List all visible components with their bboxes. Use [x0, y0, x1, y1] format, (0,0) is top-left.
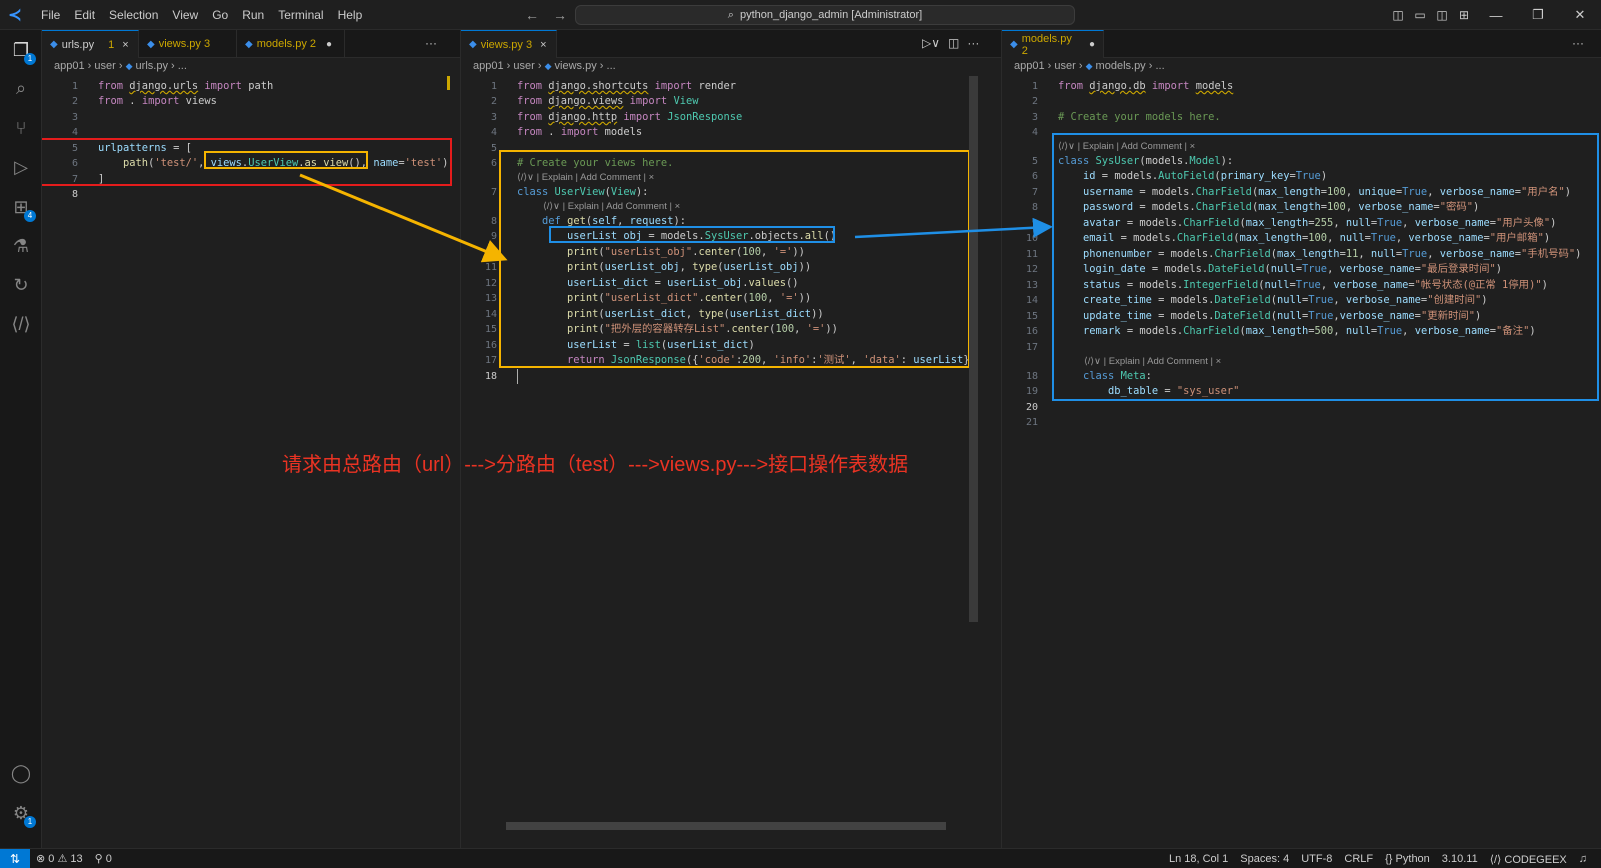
braces-icon: {}	[1385, 853, 1393, 865]
menu-terminal[interactable]: Terminal	[271, 0, 330, 30]
remote-explorer-icon[interactable]: ↻	[0, 269, 42, 301]
tab-models[interactable]: ◆ models.py 2 ●	[1002, 30, 1104, 58]
language-mode[interactable]: {} Python	[1379, 853, 1436, 865]
close-window-icon[interactable]: ✕	[1559, 7, 1601, 23]
tab-views[interactable]: ◆ views.py 3 ×	[461, 30, 557, 58]
toggle-panel-icon[interactable]: ▭	[1409, 8, 1431, 22]
editor-pane-urls: ◆ urls.py 1 × ◆ views.py 3 ◆ models.py 2…	[42, 30, 460, 848]
command-center-label: python_django_admin [Administrator]	[739, 9, 923, 21]
scroll-marker	[447, 76, 450, 90]
close-tab-icon[interactable]: ×	[540, 39, 546, 51]
tab-views[interactable]: ◆ views.py 3	[139, 30, 237, 58]
run-debug-icon[interactable]: ▷	[0, 151, 42, 183]
flow-annotation: 请求由总路由（url）--->分路由（test）--->views.py--->…	[282, 454, 909, 476]
more-actions-icon[interactable]: ···	[425, 36, 437, 50]
settings-gear-icon[interactable]: ⚙ 1	[0, 797, 42, 829]
code-line: from . import models	[517, 126, 643, 138]
line-ending[interactable]: CRLF	[1338, 853, 1379, 865]
forward-arrow-icon[interactable]: →	[553, 7, 567, 23]
menu-file[interactable]: File	[34, 0, 67, 30]
tab-models[interactable]: ◆ models.py 2 ●	[237, 30, 345, 58]
search-icon: ⌕	[727, 8, 734, 21]
remote-indicator-icon[interactable]: ⇅	[0, 848, 30, 868]
status-bar: ⇅ ⊗ 0 ⚠ 13 ⚲ 0 Ln 18, Col 1 Spaces: 4 UT…	[0, 848, 1601, 868]
command-center-search[interactable]: ⌕ python_django_admin [Administrator]	[575, 5, 1075, 25]
restore-icon[interactable]: ❐	[1517, 7, 1559, 23]
toggle-secondary-sidebar-icon[interactable]: ◫	[1431, 8, 1453, 22]
code-line: from django.http import JsonResponse	[517, 111, 743, 123]
source-control-icon[interactable]: ⑂	[0, 112, 42, 144]
accounts-icon[interactable]: ◯	[0, 757, 42, 789]
menu-bar: File Edit Selection View Go Run Terminal…	[34, 0, 369, 30]
codegeex-status[interactable]: ⟨/⟩ CODEGEEX	[1484, 853, 1573, 866]
codegeex-icon: ⟨/⟩	[1489, 853, 1502, 866]
notifications-bell-icon[interactable]: ♫	[1573, 853, 1593, 865]
explorer-icon[interactable]: ❐ 1	[0, 34, 42, 66]
indentation[interactable]: Spaces: 4	[1234, 853, 1295, 865]
minimize-icon[interactable]: —	[1475, 8, 1517, 23]
breadcrumb: app01 › user › ◆ urls.py › ...	[54, 60, 187, 72]
problems-indicator[interactable]: ⊗ 0 ⚠ 13	[30, 852, 89, 865]
model-class-highlight	[1052, 133, 1599, 401]
tab-urls[interactable]: ◆ urls.py 1 ×	[42, 30, 139, 58]
python-file-icon: ◆	[147, 38, 155, 50]
python-file-icon: ◆	[125, 61, 133, 71]
testing-icon[interactable]: ⚗	[0, 230, 42, 262]
breadcrumb: app01 › user › ◆ views.py › ...	[473, 60, 616, 72]
ports-indicator[interactable]: ⚲ 0	[89, 852, 118, 865]
back-arrow-icon[interactable]: ←	[525, 7, 539, 23]
unsaved-dot-icon[interactable]: ●	[326, 39, 332, 50]
python-file-icon: ◆	[544, 61, 552, 71]
python-interpreter[interactable]: 3.10.11	[1436, 853, 1484, 865]
menu-run[interactable]: Run	[235, 0, 271, 30]
vertical-scrollbar[interactable]	[969, 76, 978, 622]
menu-view[interactable]: View	[165, 0, 205, 30]
view-reference-highlight	[204, 151, 368, 169]
code-line: # Create your models here.	[1058, 111, 1221, 123]
python-file-icon: ◆	[245, 38, 253, 50]
python-file-icon: ◆	[469, 39, 477, 50]
editor-pane-models: ◆ models.py 2 ● ··· app01 › user › ◆ mod…	[1002, 30, 1601, 848]
view-class-highlight	[499, 150, 970, 368]
python-file-icon: ◆	[50, 39, 58, 50]
error-icon: ⊗	[36, 853, 46, 865]
run-file-icon[interactable]: ▷∨	[922, 36, 940, 50]
python-file-icon: ◆	[1010, 39, 1018, 50]
python-file-icon: ◆	[1085, 61, 1093, 71]
vscode-logo-icon: ≺	[8, 6, 22, 24]
breadcrumb: app01 › user › ◆ models.py › ...	[1014, 60, 1165, 72]
toggle-primary-sidebar-icon[interactable]: ◫	[1387, 8, 1409, 22]
unsaved-dot-icon[interactable]: ●	[1089, 39, 1095, 50]
menu-edit[interactable]: Edit	[67, 0, 102, 30]
code-line: from django.views import View	[517, 95, 699, 107]
horizontal-scrollbar[interactable]	[506, 822, 946, 830]
broadcast-icon: ⚲	[94, 853, 103, 865]
close-tab-icon[interactable]: ×	[122, 39, 128, 51]
more-actions-icon[interactable]: ···	[1572, 36, 1584, 50]
code-line: from django.shortcuts import render	[517, 80, 736, 92]
warning-icon: ⚠	[57, 853, 68, 865]
menu-selection[interactable]: Selection	[102, 0, 165, 30]
text-cursor	[517, 369, 518, 384]
title-bar: ≺ File Edit Selection View Go Run Termin…	[0, 0, 1601, 30]
extensions-icon[interactable]: ⊞ 4	[0, 191, 42, 223]
activity-bar: ❐ 1 ⌕ ⑂ ▷ ⊞ 4 ⚗ ↻ ⟨/⟩ ◯ ⚙ 1	[0, 30, 42, 848]
editor-pane-views: ◆ views.py 3 × ▷∨ ◫ ··· app01 › user › ◆…	[461, 30, 1001, 848]
tab-bar: ◆ models.py 2 ● ···	[1002, 30, 1601, 58]
orm-query-highlight	[549, 226, 835, 243]
more-actions-icon[interactable]: ···	[967, 36, 979, 50]
codegeex-icon[interactable]: ⟨/⟩	[0, 308, 42, 340]
code-line: from . import views	[98, 95, 217, 107]
menu-help[interactable]: Help	[331, 0, 370, 30]
customize-layout-icon[interactable]: ⊞	[1453, 8, 1475, 22]
search-view-icon[interactable]: ⌕	[0, 72, 42, 104]
tab-bar: ◆ views.py 3 × ▷∨ ◫ ···	[461, 30, 1001, 58]
code-line: from django.db import models	[1058, 80, 1234, 92]
tab-bar: ◆ urls.py 1 × ◆ views.py 3 ◆ models.py 2…	[42, 30, 460, 58]
code-line: from django.urls import path	[98, 80, 274, 92]
cursor-position[interactable]: Ln 18, Col 1	[1163, 853, 1234, 865]
encoding[interactable]: UTF-8	[1295, 853, 1338, 865]
menu-go[interactable]: Go	[205, 0, 235, 30]
split-editor-icon[interactable]: ◫	[948, 36, 959, 50]
